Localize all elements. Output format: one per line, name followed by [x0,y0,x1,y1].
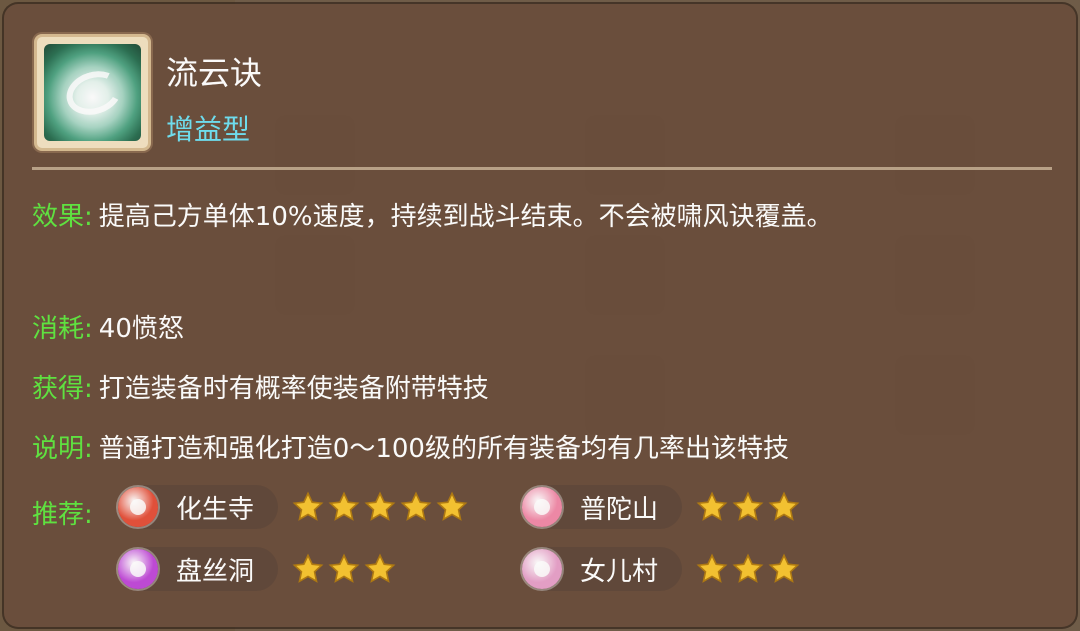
header-divider [32,167,1052,170]
star-icon [696,553,728,583]
faction-name: 女儿村 [580,556,659,587]
recommend-item[interactable]: 女儿村 [522,546,804,592]
recommend-item[interactable]: 化生寺 [118,484,472,530]
effect-row: 效果: 提高己方单体10%速度，持续到战斗结束。不会被啸风诀覆盖。 [32,202,833,232]
nvercun-flower-icon [522,549,562,589]
note-label: 说明 [32,434,85,464]
skill-icon-frame [34,34,151,151]
star-icon [364,491,396,521]
swirl-cloud-icon [44,44,141,141]
skill-tooltip-panel: 流云诀 增益型 效果: 提高己方单体10%速度，持续到战斗结束。不会被啸风诀覆盖。… [4,4,1076,627]
faction-pill: 盘丝洞 [118,547,279,591]
star-icon [364,553,396,583]
star-icon [328,553,360,583]
faction-name: 普陀山 [580,494,659,525]
star-icon [768,491,800,521]
obtain-row: 获得: 打造装备时有概率使装备附带特技 [32,374,489,404]
star-icon [328,491,360,521]
obtain-label: 获得 [32,374,85,404]
effect-label: 效果 [32,202,85,232]
star-icon [400,491,432,521]
skill-name: 流云诀 [166,54,263,92]
cost-label: 消耗 [32,314,85,344]
recommend-item[interactable]: 普陀山 [522,484,804,530]
faction-name: 盘丝洞 [176,556,255,587]
skill-type: 增益型 [166,113,251,146]
star-icon [292,491,324,521]
effect-text: 提高己方单体10%速度，持续到战斗结束。不会被啸风诀覆盖。 [98,202,833,232]
star-icon [292,553,324,583]
cost-text: 40愤怒 [98,314,184,344]
faction-pill: 普陀山 [522,485,683,529]
note-text: 普通打造和强化打造0～100级的所有装备均有几率出该特技 [98,434,789,464]
star-rating [696,491,804,523]
star-icon [436,491,468,521]
note-row: 说明: 普通打造和强化打造0～100级的所有装备均有几率出该特技 [32,434,789,464]
cost-row: 消耗: 40愤怒 [32,314,184,344]
star-icon [732,553,764,583]
faction-name: 化生寺 [176,494,255,525]
huashengsi-emblem-icon [118,487,158,527]
faction-pill: 化生寺 [118,485,279,529]
obtain-text: 打造装备时有概率使装备附带特技 [98,374,489,404]
pansidong-web-icon [118,549,158,589]
recommend-item[interactable]: 盘丝洞 [118,546,400,592]
star-icon [696,491,728,521]
faction-pill: 女儿村 [522,547,683,591]
star-rating [292,491,472,523]
star-rating [696,553,804,585]
star-icon [768,553,800,583]
recommend-label: 推荐: [32,500,93,530]
star-icon [732,491,764,521]
star-rating [292,553,400,585]
putuoshan-lotus-icon [522,487,562,527]
